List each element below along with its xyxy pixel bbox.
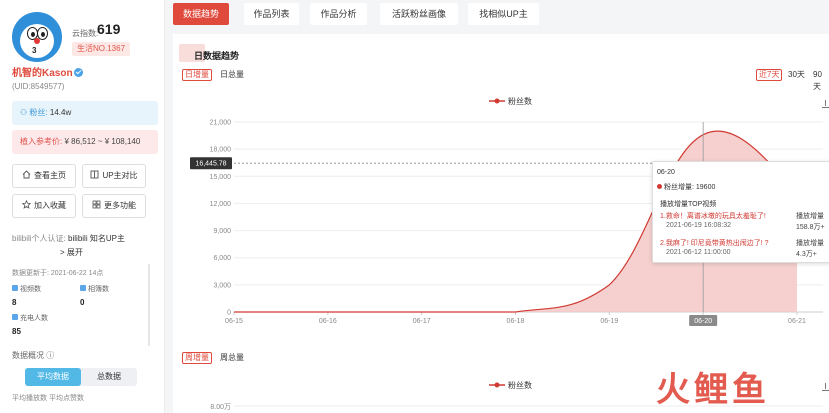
income-value: ¥ 86,512 ~ ¥ 108,140	[64, 137, 141, 146]
trend-panel: 日数据趋势 日增量 日总量 近7天 30天 90天 粉丝数 0 3,000 6,00…	[173, 34, 829, 413]
y-tick-label: 9,000	[213, 228, 231, 235]
y-tick-label: 0	[227, 310, 231, 317]
tooltip-date: 06-20	[657, 169, 675, 176]
y-tick-label: 21,000	[210, 120, 232, 127]
legend-marker	[494, 98, 500, 104]
charge-icon	[12, 314, 18, 320]
data-tooltip: 06-20 粉丝增量: 19600 播放增量TOP视频 1.救命！离谱冰墩的玩具…	[652, 161, 829, 263]
highlight-x-value: 06-20	[694, 318, 712, 325]
uid: (UID:8549577)	[12, 82, 65, 91]
tooltip-fans: 粉丝增量: 19600	[657, 182, 715, 192]
weekly-download-icon[interactable]	[822, 383, 829, 392]
stat-videos: 视频数 8	[12, 285, 41, 307]
overview-items: 平均播放数 平均点赞数	[12, 395, 84, 402]
tab-similar-up[interactable]: 找相似UP主	[468, 3, 539, 25]
stat-albums: 相簿数 0	[80, 285, 109, 307]
view-homepage-button[interactable]: 查看主页	[12, 164, 76, 188]
mode-tab-weekly-total[interactable]: 周总量	[218, 352, 246, 364]
income-reference-box: 植入参考价: ¥ 86,512 ~ ¥ 108,140	[12, 130, 158, 154]
up-compare-button[interactable]: UP主对比	[82, 164, 146, 188]
compare-icon	[90, 166, 99, 179]
stat-charge: 充电人数 85	[12, 314, 48, 336]
rank-badge: 生活NO.1367	[72, 42, 131, 56]
x-tick-label: 06-17	[413, 318, 431, 325]
crosshair-value: 16,445.78	[195, 161, 226, 168]
star-icon	[21, 196, 32, 209]
tooltip-metric-value: 158.8万+	[796, 224, 825, 231]
tooltip-metric-label: 播放增量	[796, 213, 824, 220]
y-tick-label: 3,000	[213, 282, 231, 289]
tooltip-video-title[interactable]: 2.我麻了! 印尼竟带黄热出闹边了! ?	[660, 238, 769, 248]
grid-icon	[92, 196, 101, 209]
weekly-legend[interactable]: 粉丝数	[489, 380, 532, 390]
overview-tab-average[interactable]: 平均数据	[25, 368, 81, 386]
add-favorite-button[interactable]: 加入收藏	[12, 194, 76, 218]
tooltip-section-title: 播放增量TOP视频	[660, 201, 717, 208]
overview-label: 数据概况 ⓘ	[12, 351, 55, 360]
x-tick-label: 06-19	[600, 318, 618, 325]
tab-data-trend[interactable]: 数据趋势	[173, 3, 229, 25]
tooltip-video-title[interactable]: 1.救命！离谱冰墩的玩具太羞耻了!	[660, 211, 766, 221]
tooltip-video-time: 2021-06-12 11:00:00	[666, 249, 731, 256]
weekly-legend-marker	[494, 382, 500, 388]
up-profile-sidebar: 3 云指数: 619 生活NO.1367 机智的Kason (UID:85495…	[0, 0, 165, 413]
stats-block: 数据更新于: 2021-06-22 14点 视频数 8 相簿数 0 充电人数 8…	[12, 264, 150, 346]
chart-legend[interactable]: 粉丝数	[489, 96, 532, 106]
tab-active-fans[interactable]: 活跃粉丝画像	[380, 3, 458, 25]
update-time: 数据更新于: 2021-06-22 14点	[12, 270, 104, 277]
tab-works-list[interactable]: 作品列表	[244, 3, 299, 25]
x-tick-label: 06-18	[507, 318, 525, 325]
home-icon	[22, 166, 31, 179]
fans-value: 14.4w	[49, 108, 72, 117]
fans-label: ⚇ 粉丝:	[20, 108, 48, 117]
overview-tabs: 平均数据 总数据	[25, 368, 137, 386]
weekly-y-tick: 8.00万	[210, 403, 231, 411]
certification-text: bilibili个人认证: bilibili 知名UP主	[12, 234, 125, 243]
album-icon	[80, 285, 86, 291]
fans-count-box: ⚇ 粉丝: 14.4w	[12, 101, 158, 125]
tooltip-metric-value: 4.3万+	[796, 251, 817, 258]
watermark-logo: 火鲤鱼	[656, 371, 770, 409]
expand-link[interactable]: > 展开	[60, 247, 83, 258]
tooltip-metric-label: 播放增量	[796, 240, 824, 247]
x-tick-label: 06-21	[788, 318, 806, 325]
fans-index-label: 云指数:	[72, 29, 99, 38]
tab-works-analysis[interactable]: 作品分析	[310, 3, 367, 25]
avatar-number: 3	[32, 46, 37, 55]
username[interactable]: 机智的Kason	[12, 64, 83, 79]
weekly-legend-label: 粉丝数	[508, 380, 532, 390]
tooltip-video-time: 2021-06-19 16:08:32	[666, 222, 731, 229]
username-text: 机智的Kason	[12, 68, 73, 79]
verified-icon	[73, 68, 83, 77]
crosshair-value-label: 16,445.78	[190, 157, 232, 170]
y-tick-label: 6,000	[213, 255, 231, 262]
tooltip-dot	[657, 184, 662, 189]
avatar-nose	[34, 38, 40, 44]
income-label: 植入参考价:	[20, 137, 63, 146]
overview-tab-total[interactable]: 总数据	[81, 368, 137, 386]
video-icon	[12, 285, 18, 291]
more-functions-button[interactable]: 更多功能	[82, 194, 146, 218]
y-tick-label: 15,000	[210, 174, 232, 181]
highlight-x-label: 06-20	[689, 315, 718, 326]
avatar[interactable]: 3	[12, 12, 62, 62]
y-tick-label: 18,000	[210, 147, 232, 154]
legend-label: 粉丝数	[508, 96, 532, 106]
x-tick-label: 06-15	[225, 318, 243, 325]
mode-tab-weekly-increase[interactable]: 周增量	[182, 352, 212, 364]
fans-index-value: 619	[97, 21, 121, 37]
y-tick-label: 12,000	[210, 201, 232, 208]
x-tick-label: 06-16	[319, 318, 337, 325]
